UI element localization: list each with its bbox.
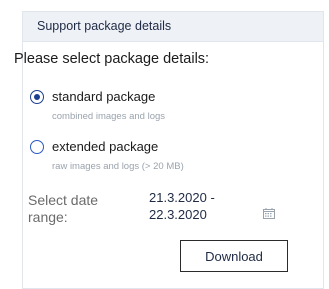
date-range-start: 21.3.2020 -	[149, 190, 215, 205]
date-range-label: Select date range:	[28, 192, 99, 225]
radio-unchecked-icon[interactable]	[30, 140, 44, 154]
date-range-value[interactable]: 21.3.2020 - 22.3.2020	[149, 189, 249, 223]
panel-title: Support package details	[23, 12, 323, 42]
calendar-icon[interactable]	[263, 208, 275, 219]
radio-description: raw images and logs (> 20 MB)	[52, 161, 184, 172]
date-range-end: 22.3.2020	[149, 207, 207, 222]
radio-description: combined images and logs	[52, 111, 166, 122]
radio-label: extended package	[52, 139, 159, 154]
radio-standard-package[interactable]: standard package combined images and log…	[30, 89, 280, 129]
radio-checked-icon[interactable]	[30, 90, 44, 104]
download-button[interactable]: Download	[180, 240, 288, 272]
radio-label: standard package	[52, 89, 156, 104]
radio-extended-package[interactable]: extended package raw images and logs (> …	[30, 139, 280, 179]
section-title: Please select package details:	[14, 51, 210, 67]
